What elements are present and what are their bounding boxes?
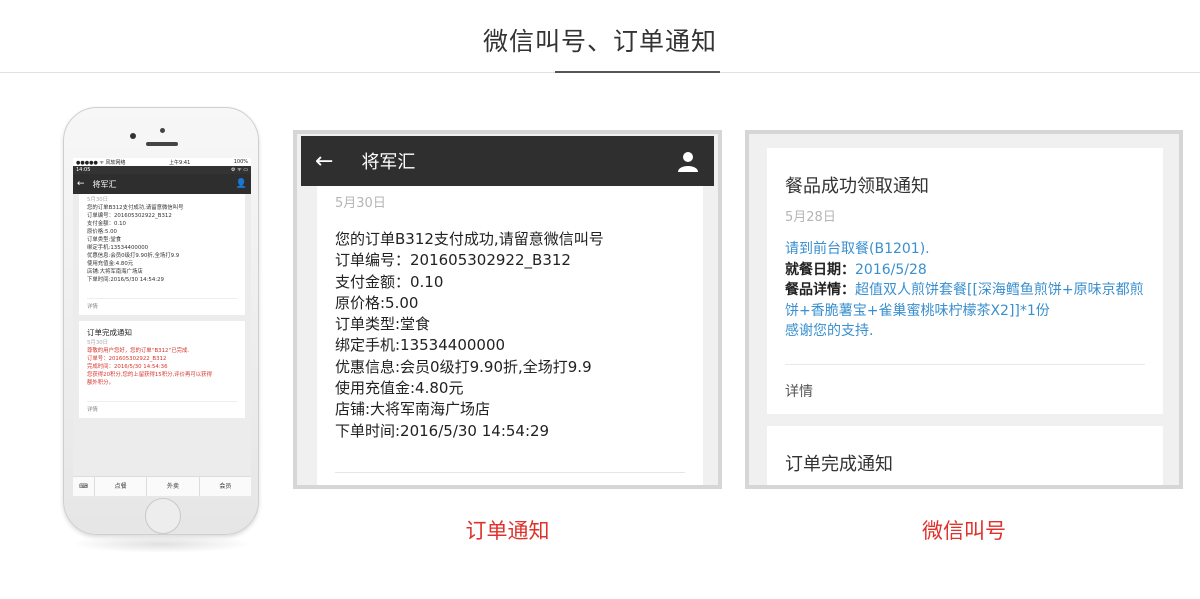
message-line: 支付金额：0.10 <box>87 221 126 227</box>
message-date: 5月28日 <box>785 210 836 225</box>
status2-time: 14:05 <box>76 167 91 173</box>
card-divider <box>785 363 1145 365</box>
message-line: 订单编号：201605302922_B312 <box>335 251 571 270</box>
message-line: 额外积分。 <box>87 380 114 386</box>
pickup-message-card[interactable]: 餐品成功领取通知 5月28日 请到前台取餐(B1201). 就餐日期：2016/… <box>767 148 1163 414</box>
message-date: 5月30日 <box>87 197 109 203</box>
back-arrow-icon[interactable]: ← <box>77 179 85 189</box>
chat-header: ← 将军汇 👤 <box>73 174 251 194</box>
order-complete-card[interactable]: 订单完成通知 <box>767 426 1163 485</box>
message-line: 您获得20积分,您的上留获得15积分,评价再可以获得 <box>87 372 212 378</box>
menu-item-order[interactable]: 点餐 <box>95 476 148 496</box>
message-line: 您的订单B312支付成功,请留意微信叫号 <box>335 230 604 248</box>
message-line: 完成时间：2016/5/30 14:54:36 <box>87 364 168 370</box>
message-line: 请到前台取餐(B1201). <box>785 241 930 257</box>
message-line: 订单号：201605302922_B312 <box>87 356 167 362</box>
message-line: 感谢您的支持. <box>785 323 874 339</box>
message-line: 您的订单B312支付成功,请留意微信叫号 <box>87 205 184 211</box>
order-notification-panel: 5月30日 您的订单B312支付成功,请留意微信叫号 订单编号：20160530… <box>293 130 722 489</box>
header-accent-line <box>555 71 720 73</box>
message-line: 支付金额：0.10 <box>335 272 444 291</box>
message-line: 订单编号：201605302922_B312 <box>87 213 172 219</box>
phone-mockup: ●●●●● ᯤ 风软网络 上午9:41 100% 14:05 ⚙ ᯤ ▭ ← 将… <box>63 107 259 535</box>
message-line: 原价格:5.00 <box>87 229 117 235</box>
message-line: 尊敬的用户您好，您的订单“B312”已完成. <box>87 348 190 354</box>
message-title: 订单完成通知 <box>87 328 132 337</box>
message-line-detail: 餐品详情：超值双人煎饼套餐[[深海鳕鱼煎饼+原味京都煎饼+香脆薯宝+雀巢蜜桃味柠… <box>785 280 1145 321</box>
message-line: 订单类型:堂食 <box>87 237 122 243</box>
message-line: 优惠信息:会员0级打9.90折,全场打9.9 <box>335 357 592 376</box>
status-carrier: ●●●●● ᯤ 风软网络 <box>76 159 126 166</box>
message-date: 5月30日 <box>335 196 386 211</box>
message-detail-link[interactable]: 详情 <box>87 298 237 311</box>
chat-title: 将军汇 <box>361 152 416 173</box>
message-line: 店铺:大将军南海广场店 <box>335 400 491 419</box>
phone-home-button <box>145 498 181 534</box>
message-value: 2016/5/28 <box>855 261 927 278</box>
user-profile-icon[interactable] <box>676 149 700 173</box>
phone-speaker <box>146 142 178 146</box>
status-bar-secondary: 14:05 ⚙ ᯤ ▭ <box>73 166 251 174</box>
call-number-panel: 餐品成功领取通知 5月28日 请到前台取餐(B1201). 就餐日期：2016/… <box>745 130 1183 489</box>
chat-title: 将军汇 <box>92 179 117 189</box>
message-line-date: 就餐日期：2016/5/28 <box>785 260 1145 281</box>
message-line: 绑定手机:13534400000 <box>335 336 506 355</box>
status-time: 上午9:41 <box>169 159 191 166</box>
message-line: 优惠信息:会员0级打9.90折,全场打9.9 <box>87 253 180 259</box>
phone-camera-icon <box>130 133 136 139</box>
message-line: 使用充值金:4.80元 <box>87 261 134 267</box>
message-line: 下单时间:2016/5/30 14:54:29 <box>87 277 164 283</box>
status2-icons: ⚙ ᯤ ▭ <box>231 167 248 173</box>
back-arrow-icon[interactable]: ← <box>315 149 333 174</box>
menu-item-takeout[interactable]: 外卖 <box>147 476 200 496</box>
message-title: 订单完成通知 <box>785 454 893 475</box>
phone-sensor <box>160 128 165 133</box>
message-card-complete[interactable]: 订单完成通知 5月30日 尊敬的用户您好，您的订单“B312”已完成. 订单号：… <box>79 321 245 418</box>
menu-item-member[interactable]: 会员 <box>200 477 251 497</box>
page: 微信叫号、订单通知 ●●●●● ᯤ 风软网络 上午9:41 100% 14:05… <box>0 0 1200 599</box>
message-label: 餐品详情： <box>785 282 855 298</box>
message-detail-link[interactable]: 详情 <box>87 401 237 414</box>
chat-header: ← 将军汇 <box>301 136 714 186</box>
message-date: 5月30日 <box>87 340 109 346</box>
phone-screen: ●●●●● ᯤ 风软网络 上午9:41 100% 14:05 ⚙ ᯤ ▭ ← 将… <box>73 158 251 496</box>
message-line: 店铺:大将军南海广场店 <box>87 269 143 275</box>
message-card-payment[interactable]: 5月30日 您的订单B312支付成功,请留意微信叫号 订单编号：20160530… <box>79 194 245 315</box>
keyboard-icon[interactable]: ⌨ <box>73 476 95 496</box>
user-profile-icon[interactable]: 👤 <box>236 179 247 189</box>
message-line: 原价格:5.00 <box>335 293 419 312</box>
page-title: 微信叫号、订单通知 <box>482 27 717 56</box>
order-message-card[interactable]: 5月30日 您的订单B312支付成功,请留意微信叫号 订单编号：20160530… <box>317 186 703 485</box>
message-title: 餐品成功领取通知 <box>785 176 929 197</box>
chat-menu-bar: ⌨ 点餐 外卖 会员 <box>73 476 251 496</box>
message-line: 使用充值金:4.80元 <box>335 379 464 398</box>
message-label: 就餐日期： <box>785 261 855 278</box>
caption-wechat-call: 微信叫号 <box>922 519 1006 543</box>
card-divider <box>335 472 685 473</box>
message-detail-link[interactable]: 详情 <box>785 381 1145 401</box>
message-line: 下单时间:2016/5/30 14:54:29 <box>335 421 550 440</box>
status-bar: ●●●●● ᯤ 风软网络 上午9:41 100% <box>73 158 251 166</box>
message-line: 绑定手机:13534400000 <box>87 245 149 251</box>
phone-shadow <box>70 535 252 553</box>
status-battery: 100% <box>233 159 248 165</box>
message-line: 订单类型:堂食 <box>335 315 431 334</box>
caption-order-notification: 订单通知 <box>465 519 550 543</box>
